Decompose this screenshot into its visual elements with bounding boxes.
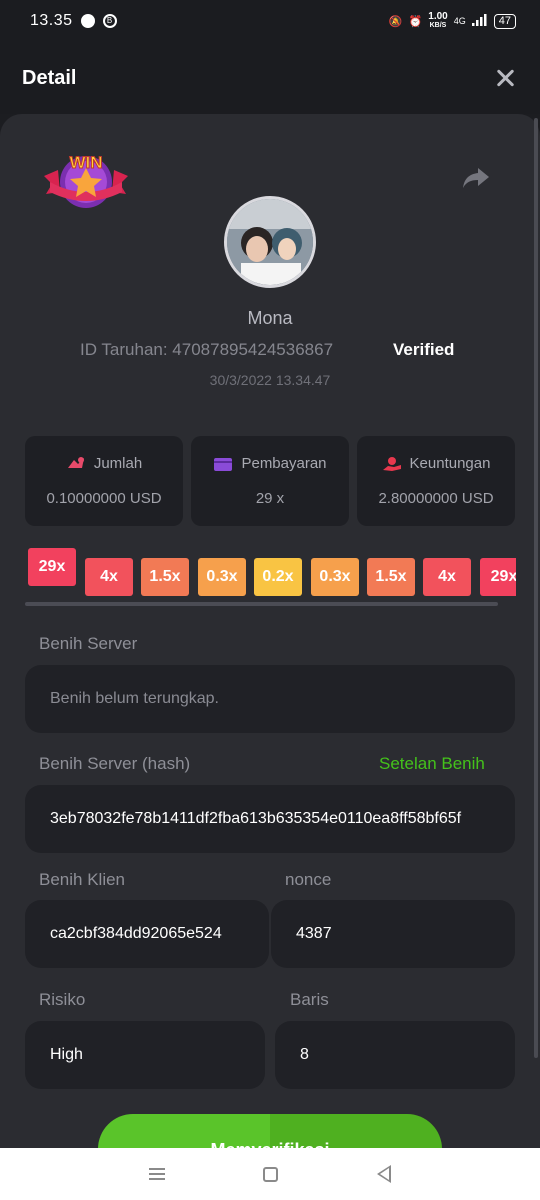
multiplier-row: 29x 4x 1.5x 0.3x 0.2x 0.3x 1.5x 4x 29x	[28, 546, 516, 598]
nonce-label: nonce	[285, 870, 332, 889]
bet-detail-sheet: WIN Mona ID Taruhan: 4708789542453686​7 …	[0, 114, 540, 1148]
username: Mona	[247, 308, 293, 328]
profit-hand-icon	[382, 456, 402, 472]
avatar	[224, 196, 316, 288]
net-speed-unit: KB/S	[429, 22, 447, 29]
multiplier-tile: 4x	[85, 558, 133, 596]
risk-value: High	[50, 1046, 83, 1063]
risk-field[interactable]: High	[25, 1021, 265, 1089]
stat-label-payout: Pembayaran	[241, 455, 327, 472]
verified-badge: Verified	[393, 340, 455, 359]
multiplier-tile: 0.2x	[254, 558, 302, 596]
net-speed: 1.00 KB/S	[428, 12, 447, 30]
stat-card-amount: Jumlah 0.10000000 USD	[25, 436, 183, 526]
client-seed-field[interactable]: ca2cbf384dd92065e524	[25, 900, 269, 968]
page-title: Detail	[22, 66, 77, 89]
verify-button[interactable]: Memverifikasi	[98, 1114, 442, 1148]
server-seed-hash-label: Benih Server (hash)	[39, 754, 191, 773]
multiplier-tile: 1.5x	[141, 558, 189, 596]
home-icon[interactable]	[263, 1166, 279, 1182]
stat-label-profit: Keuntungan	[409, 455, 491, 472]
bet-id: ID Taruhan: 4708789542453686​7	[80, 340, 334, 359]
rows-field[interactable]: 8	[275, 1021, 515, 1089]
server-seed-field[interactable]: Benih belum terungkap.	[25, 665, 515, 733]
multiplier-tile: 0.3x	[311, 558, 359, 596]
rows-value: 8	[300, 1046, 309, 1063]
status-time: 13.35	[30, 12, 73, 29]
coins-icon	[66, 456, 86, 472]
win-badge-text: WIN	[69, 153, 102, 172]
stat-value-payout: 29 x	[255, 490, 285, 507]
mute-icon: 🔕	[388, 15, 403, 28]
stats-cards: Jumlah 0.10000000 USD Pembayaran 29 x Ke…	[25, 436, 515, 526]
nonce-field[interactable]: 4387	[271, 900, 515, 968]
scrollbar[interactable]	[534, 118, 538, 1058]
multiplier-tile: 1.5x	[367, 558, 415, 596]
multiplier-tile: 29x	[28, 548, 76, 586]
risk-label: Risiko	[39, 990, 86, 1009]
close-icon[interactable]	[492, 65, 518, 91]
seed-settings-link[interactable]: Setelan Benih	[379, 754, 485, 774]
status-bar: 13.35 B 🔕 ⏰ 1.00 KB/S 4G 47	[0, 0, 540, 42]
multiplier-tile: 0.3x	[198, 558, 246, 596]
stat-card-profit: Keuntungan 2.80000000 USD	[357, 436, 515, 526]
chat-notification-icon	[80, 14, 95, 28]
client-seed-label: Benih Klien	[39, 870, 126, 889]
wallet-icon	[213, 456, 233, 472]
battery-indicator: 47	[493, 13, 516, 29]
stat-value-profit: 2.80000000 USD	[378, 490, 494, 507]
bet-date: 30/3/2022 13.34.47	[209, 372, 331, 388]
net-speed-value: 1.00	[428, 11, 448, 22]
server-seed-placeholder: Benih belum terungkap.	[50, 690, 219, 707]
client-seed-value: ca2cbf384dd92065e524	[50, 925, 222, 942]
alarm-icon: ⏰	[408, 15, 423, 28]
system-nav-bar	[0, 1148, 540, 1200]
stat-value-amount: 0.10000000 USD	[46, 490, 162, 507]
server-seed-hash-value: 3eb78032fe78b1411df2fba613b635354e0110ea…	[50, 810, 462, 827]
server-seed-hash-field[interactable]: 3eb78032fe78b1411df2fba613b635354e0110ea…	[25, 785, 515, 853]
network-type: 4G	[453, 16, 466, 26]
win-badge-icon: WIN	[42, 148, 130, 212]
server-seed-label: Benih Server	[39, 634, 138, 653]
signal-icon	[471, 13, 488, 29]
header: Detail	[0, 42, 540, 114]
rows-label: Baris	[290, 990, 329, 1009]
multiplier-tile: 4x	[423, 558, 471, 596]
stat-card-payout: Pembayaran 29 x	[191, 436, 349, 526]
back-icon[interactable]	[376, 1165, 391, 1183]
stat-label-amount: Jumlah	[93, 455, 143, 472]
nonce-value: 4387	[296, 925, 332, 942]
multiplier-tile: 29x	[480, 558, 516, 596]
multiplier-divider	[25, 602, 498, 606]
recent-apps-icon[interactable]	[149, 1168, 166, 1180]
b-notification-icon: B	[102, 14, 117, 28]
share-icon[interactable]	[462, 166, 490, 190]
